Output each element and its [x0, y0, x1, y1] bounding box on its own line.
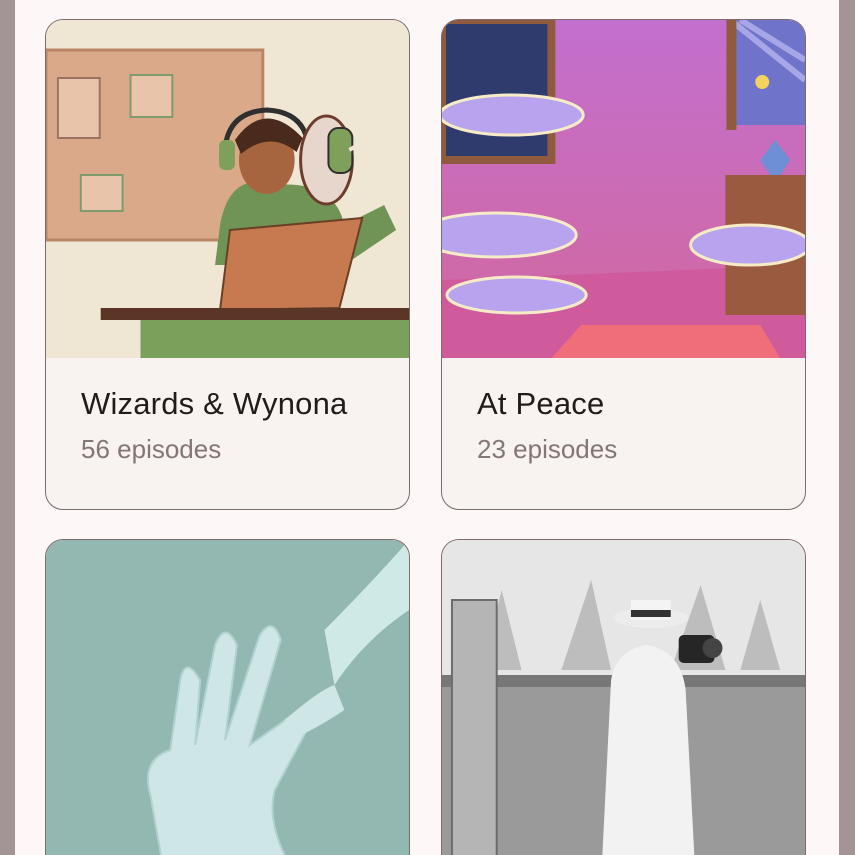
podcast-card[interactable]: At Peace 23 episodes — [441, 19, 806, 510]
podcast-artwork-image — [442, 540, 805, 855]
episode-count: 56 episodes — [81, 434, 222, 464]
podcast-title: Wizards & Wynona — [81, 386, 348, 421]
podcast-card[interactable] — [45, 539, 410, 855]
podcast-artwork-image — [46, 20, 409, 358]
podcast-artwork-image — [442, 20, 805, 358]
podcast-grid: Wizards & Wynona 56 episodes At Peace 23… — [15, 0, 839, 855]
episode-count: 23 episodes — [477, 434, 618, 464]
podcast-card[interactable]: Wizards & Wynona 56 episodes — [45, 19, 410, 510]
podcast-card[interactable] — [441, 539, 806, 855]
podcast-artwork-image — [46, 540, 409, 855]
podcast-title: At Peace — [477, 386, 605, 421]
